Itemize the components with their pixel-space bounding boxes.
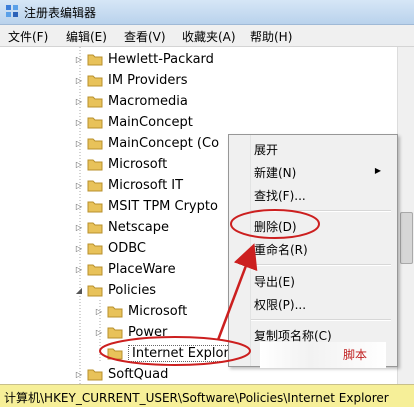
tree-item-odbc[interactable]: ▷ ODBC bbox=[74, 238, 146, 259]
tree-item-netscape[interactable]: ▷ Netscape bbox=[74, 217, 169, 238]
tree-item-label: Netscape bbox=[108, 220, 169, 235]
menu-item-permissions[interactable]: 权限(P)... bbox=[254, 296, 306, 313]
expand-arrow-icon[interactable]: ▷ bbox=[74, 181, 84, 190]
tree-item-label: Microsoft bbox=[128, 304, 188, 319]
tree-item-label: MainConcept bbox=[108, 115, 193, 130]
folder-icon bbox=[107, 348, 123, 360]
watermark-text: 脚本 bbox=[343, 348, 368, 362]
tree-item-hewlett-packard[interactable]: ▷ Hewlett-Packard bbox=[74, 49, 214, 70]
folder-icon bbox=[87, 264, 103, 276]
menu-help[interactable]: 帮助(H) bbox=[250, 28, 292, 45]
tree-item-microsoft-it[interactable]: ▷ Microsoft IT bbox=[74, 175, 183, 196]
expand-arrow-icon[interactable]: ▷ bbox=[74, 97, 84, 106]
menu-separator bbox=[251, 319, 391, 321]
tree-item-power[interactable]: ▷ Power bbox=[94, 322, 167, 343]
tree-item-label: Microsoft IT bbox=[108, 178, 184, 193]
tree-item-label: Microsoft bbox=[108, 157, 168, 172]
menu-edit[interactable]: 编辑(E) bbox=[66, 28, 107, 45]
menu-item-export[interactable]: 导出(E) bbox=[254, 273, 295, 290]
tree-item-label: PlaceWare bbox=[108, 262, 176, 277]
submenu-arrow-icon: ▶ bbox=[374, 166, 381, 175]
folder-icon bbox=[87, 222, 103, 234]
tree-item-softquad[interactable]: ▷ SoftQuad bbox=[74, 364, 168, 384]
menu-item-new[interactable]: 新建(N) bbox=[254, 164, 389, 181]
expand-arrow-icon[interactable]: ▷ bbox=[74, 244, 84, 253]
expand-arrow-icon[interactable]: ▷ bbox=[74, 118, 84, 127]
tree-item-mainconcept[interactable]: ▷ MainConcept bbox=[74, 112, 193, 133]
status-bar: 计算机\HKEY_CURRENT_USER\Software\Policies\… bbox=[0, 384, 414, 407]
folder-icon bbox=[87, 201, 103, 213]
tree-item-label: ODBC bbox=[108, 241, 147, 256]
tree-item-policies-microsoft[interactable]: ▷ Microsoft bbox=[94, 301, 187, 322]
menu-separator bbox=[251, 264, 391, 266]
folder-icon bbox=[87, 96, 103, 108]
tree-item-label: SoftQuad bbox=[108, 367, 169, 382]
tree-item-msit-tpm[interactable]: ▷ MSIT TPM Crypto bbox=[74, 196, 218, 217]
tree-item-label: Hewlett-Packard bbox=[108, 52, 214, 67]
expand-arrow-icon[interactable]: ▷ bbox=[74, 55, 84, 64]
tree-item-macromedia[interactable]: ▷ Macromedia bbox=[74, 91, 188, 112]
menu-view[interactable]: 查看(V) bbox=[124, 28, 166, 45]
tree-item-label: Macromedia bbox=[108, 94, 188, 109]
expand-arrow-icon[interactable]: ▷ bbox=[74, 202, 84, 211]
menu-item-rename[interactable]: 重命名(R) bbox=[254, 241, 308, 258]
expand-arrow-icon[interactable]: ▷ bbox=[94, 328, 104, 337]
folder-open-icon bbox=[87, 285, 103, 297]
menu-bar: 文件(F) 编辑(E) 查看(V) 收藏夹(A) 帮助(H) bbox=[0, 25, 414, 47]
expand-arrow-icon[interactable]: ▷ bbox=[74, 160, 84, 169]
tree-item-mainconcept-co[interactable]: ▷ MainConcept (Co bbox=[74, 133, 219, 154]
folder-icon bbox=[87, 138, 103, 150]
tree-item-label: MSIT TPM Crypto bbox=[108, 199, 218, 214]
tree-item-policies[interactable]: ◢ Policies bbox=[74, 280, 156, 301]
context-menu: 展开 新建(N) ▶ 查找(F)... 删除(D) 重命名(R) 导出(E) 权… bbox=[228, 134, 398, 367]
tree-scrollbar[interactable] bbox=[397, 47, 414, 384]
tree-item-microsoft[interactable]: ▷ Microsoft bbox=[74, 154, 167, 175]
expand-arrow-icon[interactable]: ▷ bbox=[74, 265, 84, 274]
collapse-arrow-icon[interactable]: ◢ bbox=[74, 286, 84, 295]
tree-item-label: Power bbox=[128, 325, 168, 340]
menu-item-expand[interactable]: 展开 bbox=[254, 141, 278, 158]
menu-item-new-label: 新建(N) bbox=[254, 166, 297, 180]
folder-icon bbox=[107, 306, 123, 318]
tree-item-label: IM Providers bbox=[108, 73, 188, 88]
menu-item-delete[interactable]: 删除(D) bbox=[254, 218, 297, 235]
folder-icon bbox=[87, 54, 103, 66]
tree-item-label: Policies bbox=[108, 283, 157, 298]
menu-favorites[interactable]: 收藏夹(A) bbox=[182, 28, 236, 45]
menu-item-find[interactable]: 查找(F)... bbox=[254, 187, 306, 204]
tree-item-internet-explorer[interactable]: Internet Explorer bbox=[94, 343, 246, 364]
folder-icon bbox=[87, 243, 103, 255]
title-bar: 注册表编辑器 bbox=[0, 0, 414, 25]
watermark-blur bbox=[260, 342, 386, 368]
folder-icon bbox=[87, 180, 103, 192]
window-title: 注册表编辑器 bbox=[24, 6, 97, 20]
menu-gutter bbox=[250, 135, 251, 366]
folder-icon bbox=[87, 369, 103, 381]
status-path: 计算机\HKEY_CURRENT_USER\Software\Policies\… bbox=[4, 391, 389, 405]
folder-icon bbox=[87, 117, 103, 129]
folder-icon bbox=[107, 327, 123, 339]
expand-arrow-icon[interactable]: ▷ bbox=[74, 76, 84, 85]
menu-file[interactable]: 文件(F) bbox=[8, 28, 48, 45]
tree-item-placeware[interactable]: ▷ PlaceWare bbox=[74, 259, 176, 280]
registry-editor-icon bbox=[6, 5, 18, 17]
folder-icon bbox=[87, 75, 103, 87]
scroll-thumb[interactable] bbox=[400, 212, 413, 264]
expand-arrow-icon[interactable]: ▷ bbox=[74, 139, 84, 148]
menu-separator bbox=[251, 210, 391, 212]
folder-icon bbox=[87, 159, 103, 171]
tree-item-label: MainConcept (Co bbox=[108, 136, 220, 151]
expand-arrow-icon[interactable]: ▷ bbox=[94, 307, 104, 316]
tree-item-im-providers[interactable]: ▷ IM Providers bbox=[74, 70, 188, 91]
expand-arrow-icon[interactable]: ▷ bbox=[74, 370, 84, 379]
expand-arrow-icon[interactable]: ▷ bbox=[74, 223, 84, 232]
